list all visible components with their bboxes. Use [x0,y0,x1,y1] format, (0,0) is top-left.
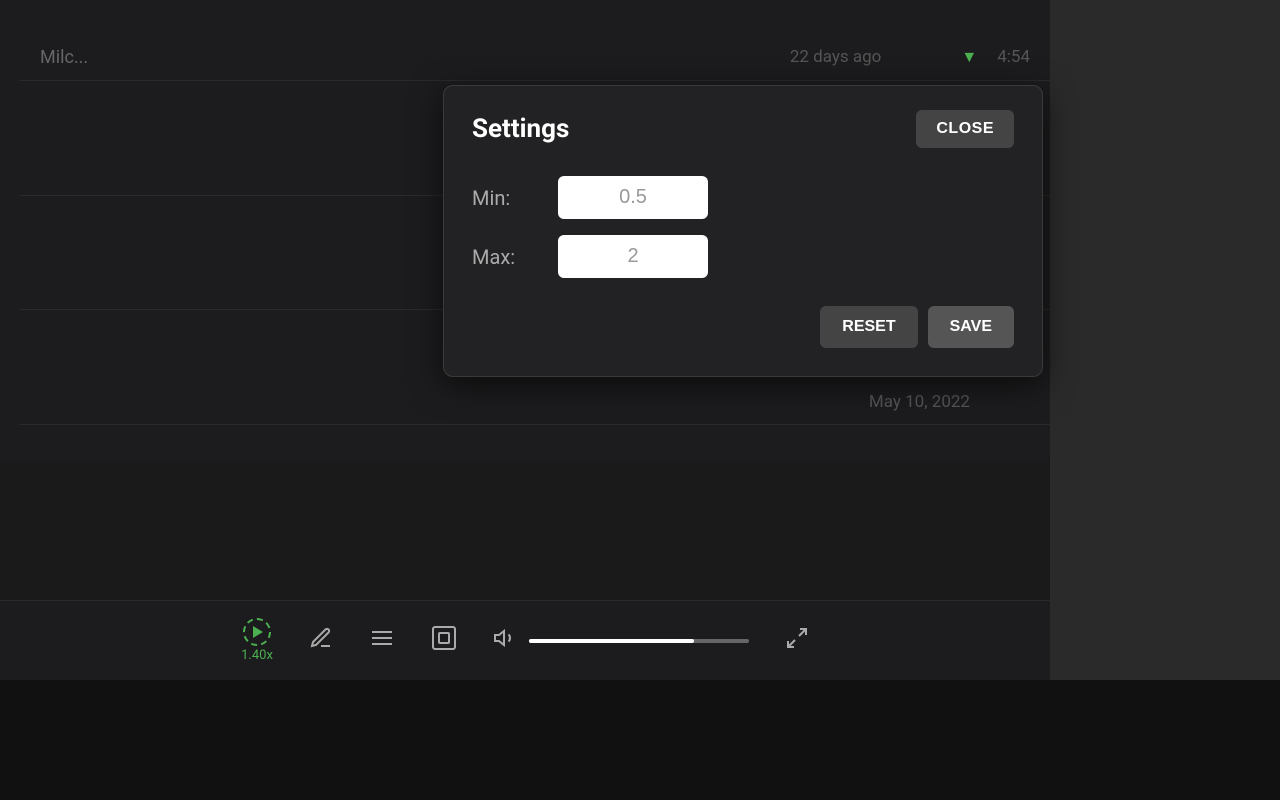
volume-fill [529,639,694,643]
row-date-4: May 10, 2022 [869,392,970,412]
speed-label: 1.40x [241,648,273,663]
modal-header: Settings CLOSE [472,110,1014,148]
status-indicator: ▼ [961,47,977,67]
volume-slider[interactable] [529,639,749,643]
toolbar: 1.40x [0,600,1050,680]
reset-button[interactable]: RESET [820,306,917,348]
volume-control[interactable] [493,626,749,656]
settings-modal: Settings CLOSE Min: Max: RESET SAVE [443,85,1043,377]
min-input[interactable] [558,176,708,219]
save-button[interactable]: SAVE [928,306,1014,348]
chapters-icon [431,625,457,657]
list-icon [369,626,395,656]
edit-icon [309,626,333,656]
chapters-button[interactable] [431,625,457,657]
modal-actions: RESET SAVE [472,306,1014,348]
fullscreen-icon [785,626,809,656]
play-triangle [253,626,263,638]
min-label: Min: [472,186,542,210]
row-time: 4:54 [997,47,1030,67]
min-row: Min: [472,176,1014,219]
fullscreen-button[interactable] [785,626,809,656]
queue-button[interactable] [369,626,395,656]
max-label: Max: [472,245,542,269]
modal-title: Settings [472,114,569,144]
max-input[interactable] [558,235,708,278]
row-text: Milc... [40,47,88,68]
close-button[interactable]: CLOSE [916,110,1014,148]
volume-icon [493,626,517,656]
edit-button[interactable] [309,626,333,656]
row-date: 22 days ago [790,47,882,67]
list-row-4: May 10, 2022 [20,380,1050,425]
speed-icon [243,618,271,646]
list-row-1: Milc... 22 days ago ▼ 4:54 [20,35,1050,81]
bottom-panel [0,680,1280,800]
max-row: Max: [472,235,1014,278]
speed-control[interactable]: 1.40x [241,618,273,663]
